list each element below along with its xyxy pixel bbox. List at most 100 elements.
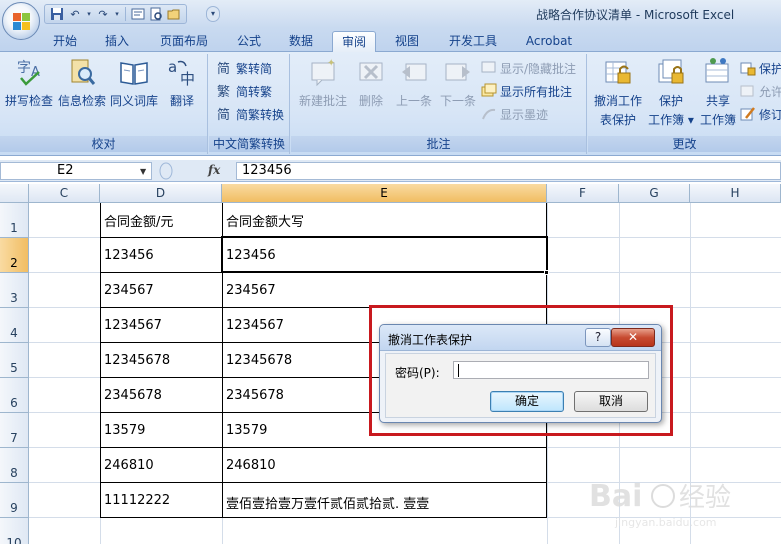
cell-d3[interactable]: 234567 <box>101 283 154 298</box>
to-simplified-button[interactable]: 简 繁转简 <box>217 58 272 78</box>
svg-text:Bai: Bai <box>589 479 642 514</box>
cell-d7[interactable]: 13579 <box>101 423 145 438</box>
print-preview-icon[interactable] <box>148 6 164 22</box>
show-ink-button[interactable]: 显示墨迹 <box>481 104 548 124</box>
tab-data[interactable]: 数据 <box>280 31 322 52</box>
tab-review[interactable]: 审阅 <box>332 31 376 53</box>
undo-icon[interactable]: ↶ <box>67 6 83 22</box>
tab-acrobat[interactable]: Acrobat <box>516 31 582 52</box>
protect-workbook-button[interactable]: 保护 工作簿 ▾ <box>646 56 696 128</box>
dialog-title-bar: 撤消工作表保护 ? ✕ <box>380 325 661 351</box>
row-header-9[interactable]: 9 <box>0 483 29 518</box>
show-hide-comment-button[interactable]: 显示/隐藏批注 <box>481 58 576 78</box>
column-header-h[interactable]: H <box>690 184 781 203</box>
select-all-corner[interactable] <box>0 184 29 203</box>
fill-handle[interactable] <box>544 270 549 275</box>
close-button[interactable]: ✕ <box>611 328 655 347</box>
unprotect-sheet-dialog: 撤消工作表保护 ? ✕ 密码(P): 确定 取消 <box>379 324 662 423</box>
track-changes-button[interactable]: 修订 <box>740 104 781 124</box>
share-workbook-button[interactable]: 共享 工作簿 <box>696 56 740 128</box>
delete-comment-button[interactable]: 删除 <box>353 56 389 109</box>
new-comment-button[interactable]: ✦ 新建批注 <box>295 56 351 109</box>
convert-button[interactable]: 简 简繁转换 <box>217 104 284 124</box>
cell-e4[interactable]: 1234567 <box>223 318 284 333</box>
cell-e1[interactable]: 合同金额大写 <box>223 211 304 230</box>
chinese-group-label: 中文简繁转换 <box>209 136 289 152</box>
cell-e8[interactable]: 246810 <box>223 458 276 473</box>
formula-bar-divider[interactable] <box>156 162 236 180</box>
svg-text:经验: 经验 <box>679 483 731 513</box>
cell-d5[interactable]: 12345678 <box>101 353 170 368</box>
convert-icon: 简 <box>217 106 233 123</box>
column-header-e[interactable]: E <box>222 184 547 203</box>
protect-workbook-label-2: 工作簿 ▾ <box>648 113 694 127</box>
row-header-6[interactable]: 6 <box>0 378 29 413</box>
ok-button[interactable]: 确定 <box>490 391 564 412</box>
to-traditional-button[interactable]: 繁 简转繁 <box>217 81 272 101</box>
cell-d2[interactable]: 123456 <box>101 248 154 263</box>
redo-icon[interactable]: ↷ <box>95 6 111 22</box>
redo-dropdown-icon[interactable]: ▾ <box>113 6 121 22</box>
research-button[interactable]: 信息检索 <box>57 56 107 109</box>
protect-share-button[interactable]: 保护 <box>740 58 781 78</box>
cell-e6[interactable]: 2345678 <box>223 388 284 403</box>
column-header-c[interactable]: C <box>29 184 100 203</box>
previous-comment-button[interactable]: 上一条 <box>393 56 435 109</box>
cell-e7[interactable]: 13579 <box>223 423 267 438</box>
comments-group: ✦ 新建批注 删除 上一条 下一条 显示/隐藏批注 显示所有批注 显示墨迹 批注 <box>291 54 587 154</box>
title-bar: ↶ ▾ ↷ ▾ ▾ 战略合作协议清单 - Microsoft Excel <box>0 0 781 28</box>
next-comment-button[interactable]: 下一条 <box>437 56 479 109</box>
cancel-button[interactable]: 取消 <box>574 391 648 412</box>
row-header-4[interactable]: 4 <box>0 308 29 343</box>
cell-e5[interactable]: 12345678 <box>223 353 292 368</box>
to-traditional-label: 简转繁 <box>236 84 273 99</box>
translate-button[interactable]: a 中 翻译 <box>162 56 202 109</box>
tab-insert[interactable]: 插入 <box>96 31 138 52</box>
active-cell-outline <box>221 236 548 273</box>
name-box[interactable]: E2 <box>0 162 152 180</box>
column-header-g[interactable]: G <box>619 184 690 203</box>
cell-e3[interactable]: 234567 <box>223 283 276 298</box>
cell-e9[interactable]: 壹佰壹拾壹万壹仟贰佰贰拾贰. 壹壹 <box>223 493 429 512</box>
cell-d6[interactable]: 2345678 <box>101 388 162 403</box>
form-icon[interactable] <box>130 6 146 22</box>
table-border <box>100 482 547 483</box>
row-header-3[interactable]: 3 <box>0 273 29 308</box>
cell-d9[interactable]: 11112222 <box>101 493 170 508</box>
tab-developer[interactable]: 开发工具 <box>440 31 506 52</box>
column-header-f[interactable]: F <box>547 184 619 203</box>
spelling-button[interactable]: 字 A 拼写检查 <box>2 56 56 109</box>
cell-d8[interactable]: 246810 <box>101 458 154 473</box>
row-header-10[interactable]: 10 <box>0 518 29 544</box>
undo-dropdown-icon[interactable]: ▾ <box>85 6 93 22</box>
thesaurus-button[interactable]: 同义词库 <box>108 56 160 109</box>
baidu-jingyan-watermark-logo: Bai 经验 jingyan.baidu.com <box>589 479 731 529</box>
open-icon[interactable] <box>166 6 182 22</box>
password-input[interactable] <box>453 361 649 379</box>
office-button[interactable] <box>2 2 40 40</box>
tab-page-layout[interactable]: 页面布局 <box>150 31 218 52</box>
tab-formulas[interactable]: 公式 <box>228 31 270 52</box>
column-header-d[interactable]: D <box>100 184 222 203</box>
save-icon[interactable] <box>49 6 65 22</box>
row-header-7[interactable]: 7 <box>0 413 29 448</box>
row-header-5[interactable]: 5 <box>0 343 29 378</box>
insert-function-button[interactable]: fx <box>208 163 220 177</box>
unprotect-sheet-button[interactable]: 撤消工作 表保护 <box>590 56 646 128</box>
formula-input[interactable]: 123456 <box>236 162 781 180</box>
cell-d1[interactable]: 合同金额/元 <box>101 211 173 230</box>
show-all-comments-icon <box>481 83 497 99</box>
show-all-comments-button[interactable]: 显示所有批注 <box>481 81 572 101</box>
customize-qat-icon[interactable]: ▾ <box>206 6 220 22</box>
tab-view[interactable]: 视图 <box>386 31 428 52</box>
row-header-1[interactable]: 1 <box>0 203 29 238</box>
tab-home[interactable]: 开始 <box>44 31 86 52</box>
cell-d4[interactable]: 1234567 <box>101 318 162 333</box>
new-comment-icon: ✦ <box>311 58 335 87</box>
name-box-dropdown-icon[interactable]: ▼ <box>140 167 146 176</box>
row-header-2[interactable]: 2 <box>0 238 29 273</box>
row-header-8[interactable]: 8 <box>0 448 29 483</box>
allow-edit-ranges-button[interactable]: 允许 <box>740 81 781 101</box>
help-button[interactable]: ? <box>585 328 611 347</box>
share-workbook-label-2: 工作簿 <box>699 113 736 127</box>
